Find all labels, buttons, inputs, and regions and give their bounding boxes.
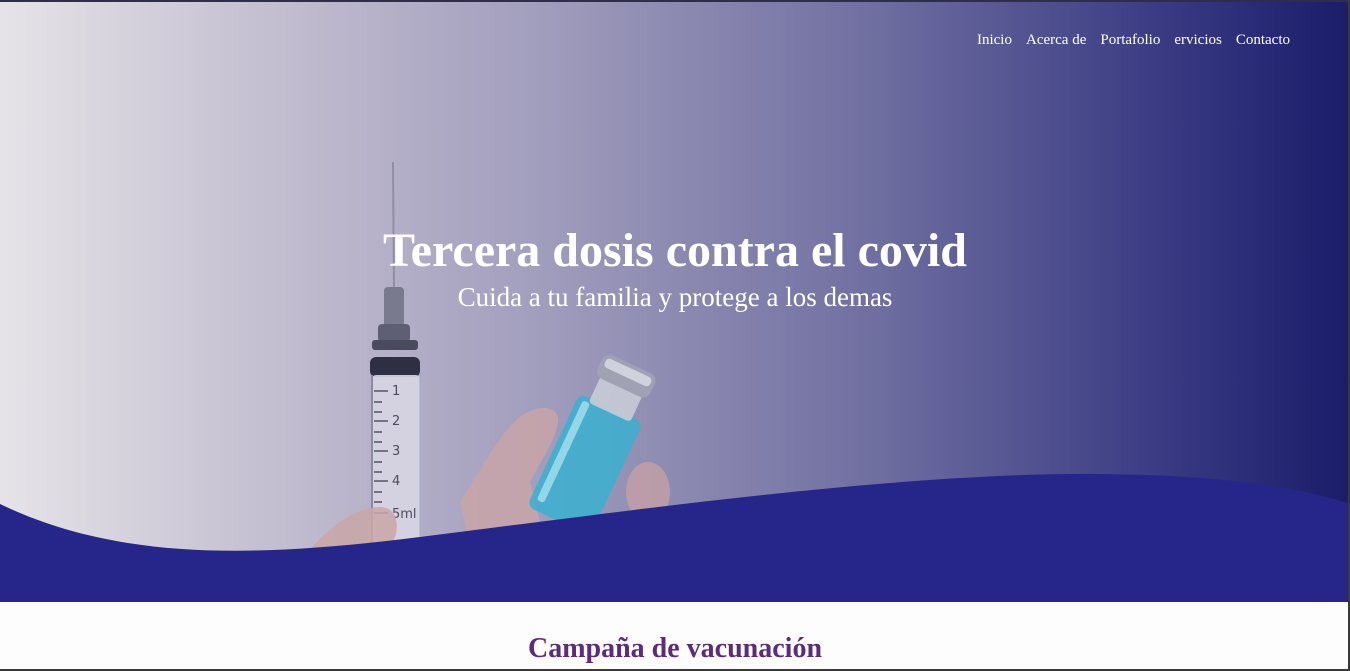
nav-link-contacto[interactable]: Contacto [1236,32,1290,49]
main-nav: Inicio Acerca de Portafolio ervicios Con… [977,32,1290,49]
nav-link-portafolio[interactable]: Portafolio [1100,32,1160,49]
section-title: Campaña de vacunación [527,633,823,664]
hero-banner: 1 2 3 4 5ml Inicio Acerca de Portafolio … [0,0,1350,602]
nav-link-acerca-de[interactable]: Acerca de [1026,32,1086,49]
hero-title: Tercera dosis contra el covid [383,224,967,277]
page: 1 2 3 4 5ml Inicio Acerca de Portafolio … [0,0,1350,671]
nav-link-servicios[interactable]: ervicios [1174,32,1221,49]
nav-link-inicio[interactable]: Inicio [977,32,1012,49]
hero-subtitle: Cuida a tu familia y protege a los demas [457,282,893,312]
campaign-section: Campaña de vacunación [0,602,1350,671]
